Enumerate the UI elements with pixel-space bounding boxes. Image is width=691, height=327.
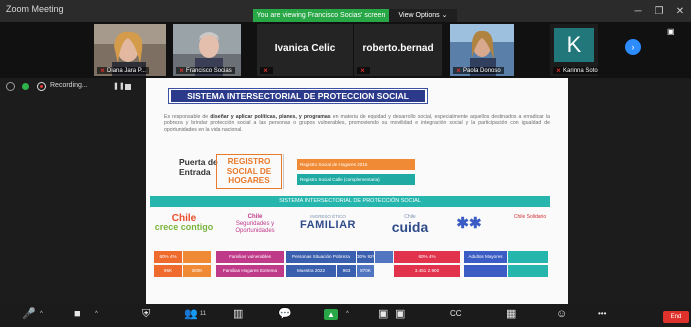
people-logo: ✱✱ xyxy=(456,215,482,232)
stat-cell: 60% 4% xyxy=(394,251,460,263)
record-icon[interactable]: ▣ xyxy=(395,307,405,321)
polls-icon[interactable]: ▥ xyxy=(233,307,243,321)
participant-tile[interactable]: roberto.bernad ⨯ xyxy=(354,24,442,76)
slide-description: Es responsable de diseñar y aplicar polí… xyxy=(164,114,550,133)
mute-mic-icon[interactable]: 🎤 xyxy=(22,307,36,321)
closed-caption-icon[interactable]: CC xyxy=(450,307,462,321)
participants-count: 11 xyxy=(200,311,207,317)
participant-name: ⨯ Karinna Soto xyxy=(553,67,598,74)
minimize-icon[interactable]: ─ xyxy=(632,6,644,18)
participant-tile[interactable]: K ⨯ Karinna Soto xyxy=(550,24,598,76)
stat-cell: 870K xyxy=(357,265,374,277)
stat-cell: Adultos Mayores xyxy=(464,251,507,263)
maximize-icon[interactable]: ❐ xyxy=(653,6,665,18)
muted-mic-icon: ⨯ xyxy=(360,68,366,74)
recording-status: Recording... xyxy=(50,82,88,89)
muted-mic-icon: ⨯ xyxy=(556,68,562,74)
participants-icon[interactable]: 👥 xyxy=(184,307,198,321)
ingreso-etico-familiar-logo: INGRESO ÉTICO FAMILIAR xyxy=(300,214,356,231)
muted-mic-icon: ⨯ xyxy=(456,68,462,74)
crece-contigo-logo: Chile crece contigo xyxy=(154,213,214,232)
chat-icon[interactable]: 💬 xyxy=(278,307,292,321)
pause-recording-icon[interactable]: ❚❚ xyxy=(113,82,125,90)
divider xyxy=(283,154,284,189)
participant-name-center: Ivanica Celic xyxy=(274,43,336,54)
record-icon[interactable]: ▣ xyxy=(378,307,388,321)
registro-social-logo: REGISTRO SOCIAL DE HOGARES xyxy=(216,154,282,189)
seguridades-oportunidades-logo: Chile Seguridades y Oportunidades xyxy=(235,214,275,234)
chevron-up-icon[interactable]: ^ xyxy=(346,309,349,319)
gallery-view-icon[interactable]: ▣ xyxy=(667,27,675,36)
slide-title: SISTEMA INTERSECTORIAL DE PROTECCION SOC… xyxy=(187,91,409,101)
stat-cell xyxy=(183,251,211,263)
stat-cell: 30% 92% xyxy=(357,251,374,263)
participant-muted: ⨯ xyxy=(260,67,274,74)
stat-cell: 280K xyxy=(183,265,211,277)
participant-tile[interactable]: ⨯ Paola Donoso xyxy=(450,24,514,76)
reactions-icon[interactable]: ☺ xyxy=(556,307,567,321)
sistema-banner: SISTEMA INTERSECTORIAL DE PROTECCIÓN SOC… xyxy=(150,196,550,207)
record-dot-icon xyxy=(40,85,43,88)
stat-cell xyxy=(508,251,548,263)
view-options-label: View Options xyxy=(398,12,440,19)
muted-mic-icon: ⨯ xyxy=(100,68,106,74)
shared-screen-slide: SISTEMA INTERSECTORIAL DE PROTECCION SOC… xyxy=(146,78,568,304)
end-meeting-button[interactable]: End xyxy=(663,311,689,323)
stat-cell: 963 xyxy=(337,265,356,277)
stop-video-icon[interactable]: ■ xyxy=(74,307,81,321)
info-icon[interactable] xyxy=(6,82,15,91)
chile-cuida-logo: Chile cuida xyxy=(391,214,429,235)
participant-tile[interactable]: ⨯ Diana Jara P... xyxy=(94,24,166,76)
screen-share-banner: You are viewing Francisco Socias' screen xyxy=(253,9,389,22)
registro-bar-orange: Registro Social de Hogares 2016 xyxy=(297,159,415,170)
chevron-up-icon[interactable]: ^ xyxy=(95,309,98,319)
stat-cell xyxy=(375,251,393,263)
chevron-up-icon[interactable]: ^ xyxy=(40,309,43,319)
muted-mic-icon: ⨯ xyxy=(179,68,185,74)
close-icon[interactable]: ✕ xyxy=(674,6,686,18)
stat-cell: Personas Situación Pobreza xyxy=(286,251,356,263)
chevron-right-icon[interactable]: › xyxy=(625,39,641,55)
shield-icon[interactable] xyxy=(22,83,29,90)
apps-icon[interactable]: ▦ xyxy=(506,307,516,321)
participant-avatar: K xyxy=(554,28,594,62)
app-title: Zoom Meeting xyxy=(6,4,64,14)
stop-recording-icon[interactable] xyxy=(125,84,131,90)
stat-cell: 3.451 2.900 xyxy=(394,265,460,277)
participant-tile[interactable]: ⨯ Francisco Socias xyxy=(173,24,241,76)
security-icon[interactable]: ⛨ xyxy=(142,307,150,321)
participant-muted: ⨯ xyxy=(357,67,371,74)
view-options-button[interactable]: View Options ⌄ xyxy=(389,9,457,22)
participant-name: ⨯ Paola Donoso xyxy=(453,67,504,74)
stat-cell: Familias vulnerables xyxy=(216,251,284,263)
participant-tile[interactable]: Ivanica Celic ⨯ xyxy=(257,24,353,76)
share-screen-icon[interactable]: ▲ xyxy=(324,309,338,320)
stat-cell: 95K xyxy=(154,265,182,277)
stat-cell xyxy=(464,265,507,277)
stat-cell: Muestra 2022 xyxy=(286,265,336,277)
registro-bar-teal: Registro Social Calle (complementaria) xyxy=(297,174,415,185)
chevron-down-icon: ⌄ xyxy=(441,12,448,19)
more-icon[interactable]: ••• xyxy=(598,307,606,321)
stat-cell: 60% 4% xyxy=(154,251,182,263)
stat-cell xyxy=(508,265,548,277)
participant-name-center: roberto.bernad xyxy=(362,43,434,54)
muted-mic-icon: ⨯ xyxy=(263,68,269,74)
chile-solidario-logo: Chile Solidario xyxy=(513,214,547,220)
stat-cell: Familias Hogares Extrema xyxy=(216,265,284,277)
participant-name: ⨯ Francisco Socias xyxy=(176,67,235,74)
participant-name: ⨯ Diana Jara P... xyxy=(97,67,149,74)
